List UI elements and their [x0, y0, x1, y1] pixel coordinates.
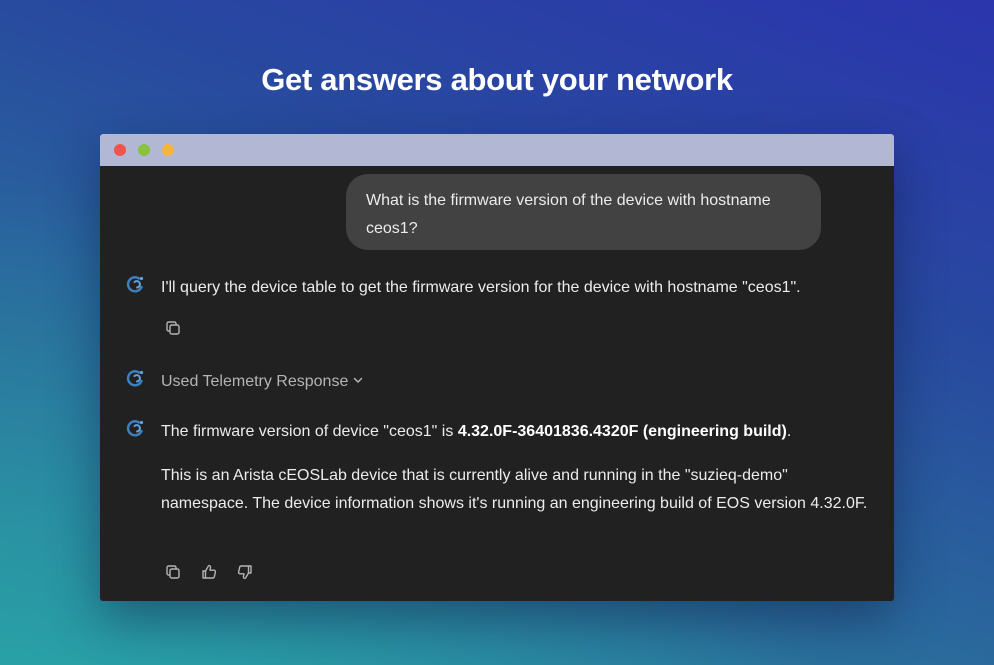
tool-toggle[interactable]: Used Telemetry Response	[161, 368, 364, 396]
assistant-logo-icon	[124, 418, 146, 440]
answer-suffix: .	[786, 423, 792, 440]
firmware-version: 4.32.0F-36401836.4320F (engineering buil…	[457, 423, 787, 440]
copy-icon[interactable]	[164, 319, 182, 337]
answer-prefix: The firmware version of device "ceos1" i…	[161, 423, 458, 440]
copy-icon[interactable]	[164, 563, 182, 581]
tool-toggle-label: Used Telemetry Response	[161, 373, 349, 391]
assistant-message-text: I'll query the device table to get the f…	[161, 279, 801, 296]
maximize-window-button[interactable]	[162, 144, 174, 156]
answer-detail: This is an Arista cEOSLab device that is…	[161, 467, 868, 512]
chevron-down-icon	[352, 368, 364, 396]
thumbs-up-icon[interactable]	[200, 563, 218, 581]
thumbs-down-icon[interactable]	[236, 563, 254, 581]
user-message-bubble: What is the firmware version of the devi…	[346, 174, 821, 250]
chat-window: What is the firmware version of the devi…	[100, 134, 894, 601]
assistant-logo-icon	[124, 274, 146, 296]
window-titlebar	[100, 134, 894, 166]
close-window-button[interactable]	[114, 144, 126, 156]
assistant-logo-icon	[124, 368, 146, 390]
answer-text: The firmware version of device "ceos1" i…	[161, 418, 791, 446]
minimize-window-button[interactable]	[138, 144, 150, 156]
hero-title: Get answers about your network	[261, 62, 733, 97]
